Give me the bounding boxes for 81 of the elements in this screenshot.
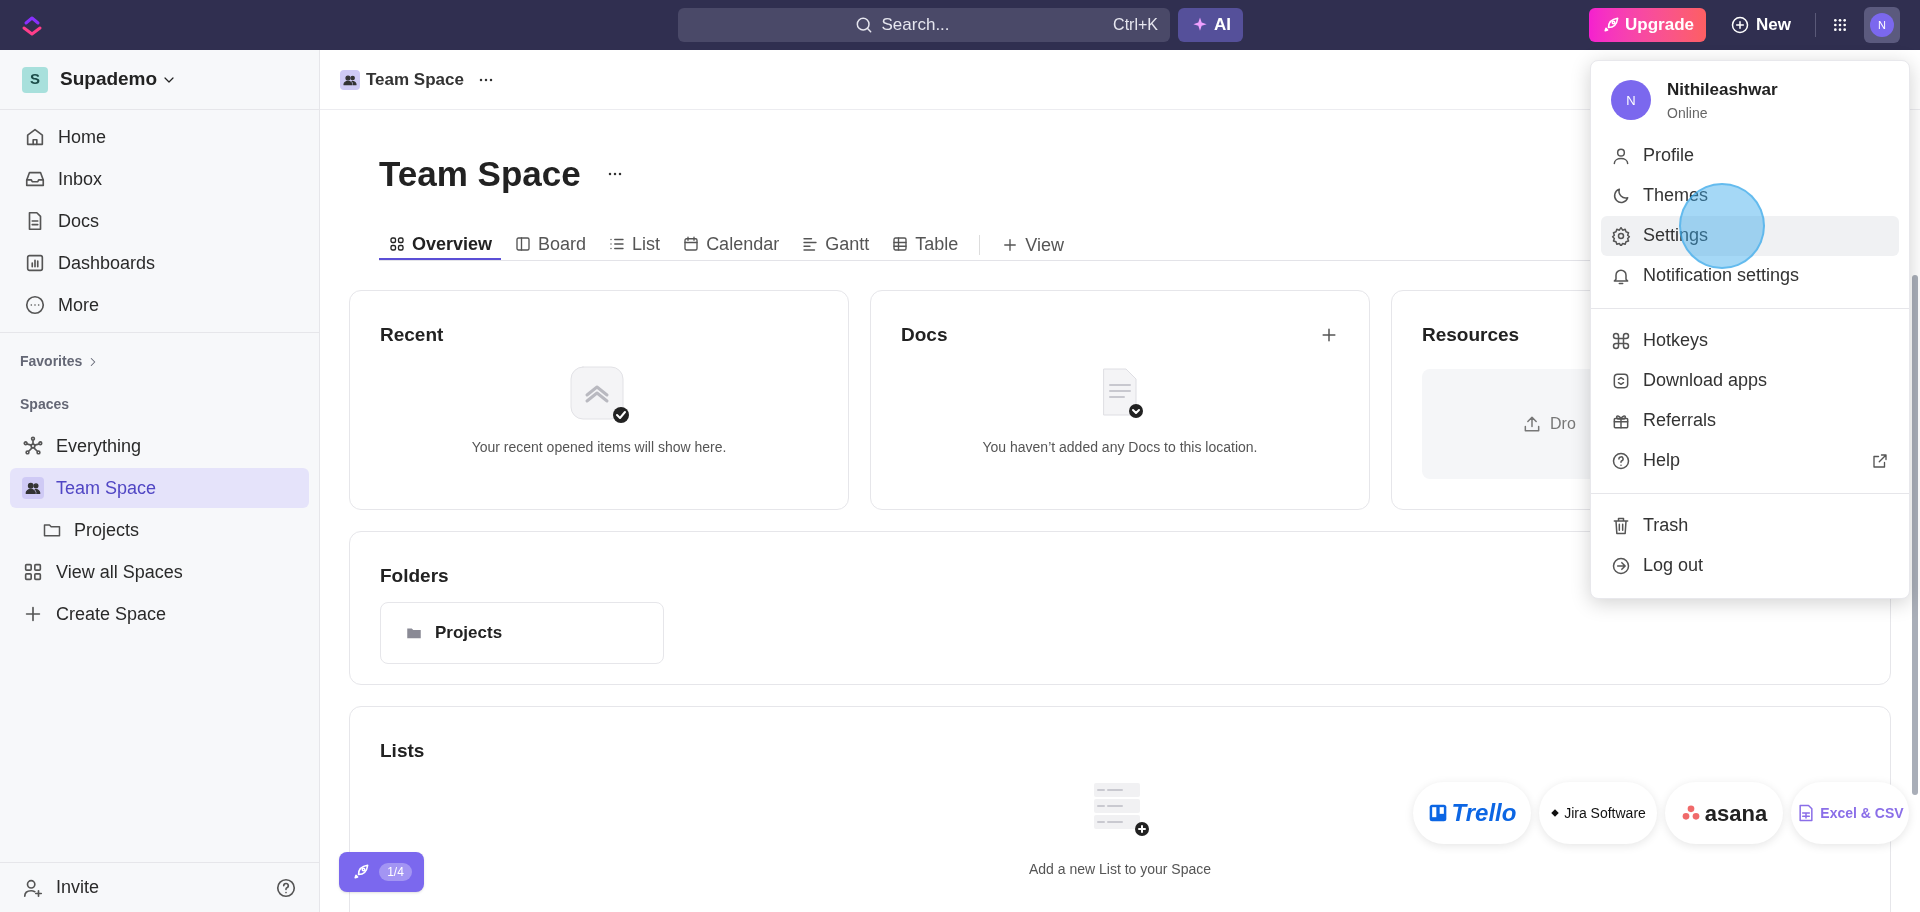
import-button[interactable]: Trello	[1413, 782, 1531, 844]
workspace-switcher[interactable]: Supademo	[60, 65, 178, 94]
shortcut-hint: Ctrl+K	[1113, 15, 1158, 35]
search-placeholder: Search...	[881, 14, 950, 37]
avatar-button[interactable]: N	[1864, 7, 1900, 43]
breadcrumb-link[interactable]: Team Space	[340, 66, 464, 93]
grid-icon	[388, 235, 406, 253]
network-icon	[22, 435, 44, 457]
three-dots-icon	[1680, 803, 1701, 823]
menu-item[interactable]: Hotkeys	[1601, 320, 1899, 361]
table-icon	[891, 235, 910, 253]
menu-item[interactable]: Log out	[1601, 545, 1899, 586]
menu-item[interactable]: Help	[1601, 440, 1899, 481]
menu-item[interactable]: Notification settings	[1601, 255, 1899, 296]
help-icon	[1611, 450, 1631, 471]
drop-zone-text: Dro	[1550, 414, 1576, 434]
settings-icon	[1611, 225, 1631, 246]
empty-state-text: You haven’t added any Docs to this location.	[982, 438, 1258, 457]
calendar-icon	[682, 235, 701, 253]
command-icon	[1611, 330, 1631, 351]
search-field[interactable]: Search... Ctrl+K	[678, 8, 1170, 42]
people-icon	[22, 477, 44, 499]
sidebar-item[interactable]: Inbox	[10, 158, 309, 200]
log-out-icon	[1611, 555, 1631, 576]
board-icon	[1427, 803, 1448, 823]
sidebar-item[interactable]: View all Spaces	[10, 552, 309, 592]
view-tab[interactable]: Table	[882, 230, 968, 260]
view-tab[interactable]: Gantt	[792, 230, 879, 260]
sidebar-item[interactable]: Everything	[10, 426, 309, 466]
people-icon	[340, 69, 360, 90]
gantt-icon	[801, 235, 820, 253]
avatar: N	[1611, 80, 1651, 121]
plus-circle-icon	[1730, 15, 1751, 35]
avatar: N	[1870, 13, 1894, 37]
import-button[interactable]: asana	[1665, 782, 1783, 844]
apps-grid-icon[interactable]	[1832, 17, 1848, 33]
workspace-avatar: S	[22, 66, 48, 93]
menu-item[interactable]: Download apps	[1601, 360, 1899, 401]
card-title: Docs	[901, 322, 948, 347]
more-icon	[24, 294, 46, 316]
grid-icon	[22, 561, 44, 583]
view-tab[interactable]: Calendar	[673, 230, 789, 260]
menu-item[interactable]: Profile	[1601, 135, 1899, 176]
view-tab[interactable]: Board	[505, 230, 596, 260]
sidebar-item[interactable]: Home	[10, 116, 309, 158]
page-title: Team Space	[379, 153, 581, 195]
help-icon[interactable]	[275, 876, 297, 899]
user-status: Online	[1667, 103, 1709, 123]
section-label: Spaces	[20, 395, 71, 414]
sidebar-item[interactable]: Create Space	[10, 594, 309, 634]
diamond-icon	[1550, 808, 1561, 818]
favorites-toggle[interactable]: Favorites	[20, 351, 101, 372]
folder-item[interactable]: Projects	[380, 602, 664, 664]
home-icon	[24, 126, 46, 148]
empty-state-text: Add a new List to your Space	[1028, 860, 1212, 879]
user-name: Nithileashwar	[1667, 79, 1778, 101]
view-tab[interactable]: Overview	[379, 230, 502, 260]
trash-icon	[1611, 515, 1631, 536]
view-tab[interactable]: List	[599, 230, 670, 260]
empty-state-text: Your recent opened items will show here.	[471, 438, 727, 457]
step-counter: 1/4	[379, 863, 412, 881]
sidebar-item[interactable]: Team Space	[10, 468, 309, 508]
card-title: Lists	[380, 738, 425, 763]
card-title: Recent	[380, 322, 444, 347]
sidebar-item[interactable]: Projects	[10, 510, 309, 550]
upload-icon	[1522, 414, 1542, 434]
add-view-button[interactable]: View	[992, 230, 1073, 260]
sidebar-item[interactable]: Dashboards	[10, 242, 309, 284]
menu-item[interactable]: Trash	[1601, 505, 1899, 546]
sidebar-item[interactable]: Docs	[10, 200, 309, 242]
sidebar-item[interactable]: More	[10, 284, 309, 326]
invite-link[interactable]: Invite	[22, 874, 100, 901]
bar-chart-icon	[24, 252, 46, 274]
card-title: Resources	[1422, 322, 1520, 347]
card-title: Folders	[380, 563, 449, 588]
board-icon	[514, 235, 533, 253]
import-button[interactable]: Jira Software	[1539, 782, 1657, 844]
ai-button[interactable]: AI	[1178, 8, 1243, 42]
import-button[interactable]: Excel & CSV	[1791, 782, 1909, 844]
new-button[interactable]: New	[1722, 8, 1799, 42]
menu-item[interactable]: Referrals	[1601, 400, 1899, 441]
